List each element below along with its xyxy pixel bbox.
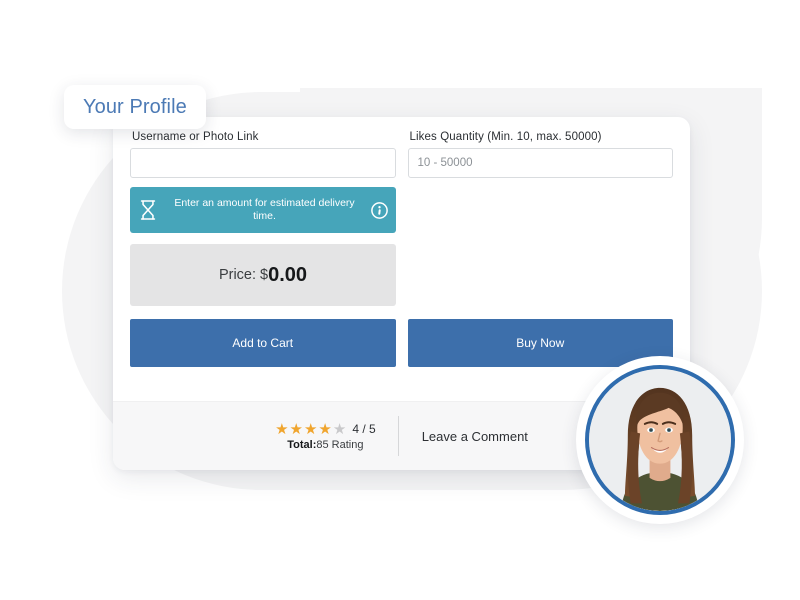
info-icon[interactable] (371, 201, 388, 219)
price-value: 0.00 (268, 263, 308, 286)
rating-block: ★ ★ ★ ★ ★ 4 / 5 Total:85 Rating (275, 422, 398, 451)
likes-quantity-label: Likes Quantity (Min. 10, max. 50000) (409, 131, 602, 143)
likes-quantity-input[interactable] (407, 148, 673, 178)
rating-total-value: 85 Rating (316, 438, 364, 451)
price-box: Price: $ 0.00 (130, 244, 396, 306)
rating-total: Total:85 Rating (275, 439, 376, 451)
avatar[interactable] (576, 356, 744, 524)
delivery-time-notice: Enter an amount for estimated delivery t… (130, 187, 396, 233)
username-field-label: Username or Photo Link (132, 131, 259, 143)
username-input[interactable] (130, 148, 396, 178)
rating-total-prefix: Total: (287, 438, 317, 451)
leave-a-comment-link[interactable]: Leave a Comment (399, 429, 528, 444)
likes-field-group: Likes Quantity (Min. 10, max. 50000) (407, 131, 673, 178)
your-profile-tab[interactable]: Your Profile (64, 85, 206, 129)
username-field-group: Username or Photo Link (130, 131, 396, 178)
form-fields-row: Username or Photo Link Likes Quantity (M… (130, 131, 673, 178)
star-icon-5[interactable]: ★ (333, 422, 346, 437)
card-body: Username or Photo Link Likes Quantity (M… (113, 117, 690, 382)
star-icon-3[interactable]: ★ (304, 422, 317, 437)
delivery-time-notice-text: Enter an amount for estimated delivery t… (174, 197, 355, 222)
avatar-ring (585, 365, 735, 515)
star-icon-2[interactable]: ★ (290, 422, 303, 437)
star-icon-1[interactable]: ★ (275, 422, 288, 437)
your-profile-tab-label: Your Profile (83, 95, 187, 118)
avatar-photo (589, 369, 731, 511)
hourglass-icon (138, 199, 158, 221)
add-to-cart-button[interactable]: Add to Cart (130, 319, 396, 367)
rating-score: 4 / 5 (352, 422, 376, 436)
star-rating[interactable]: ★ ★ ★ ★ ★ 4 / 5 (275, 422, 376, 437)
price-label: Price: $ (218, 267, 269, 283)
star-icon-4[interactable]: ★ (318, 422, 331, 437)
